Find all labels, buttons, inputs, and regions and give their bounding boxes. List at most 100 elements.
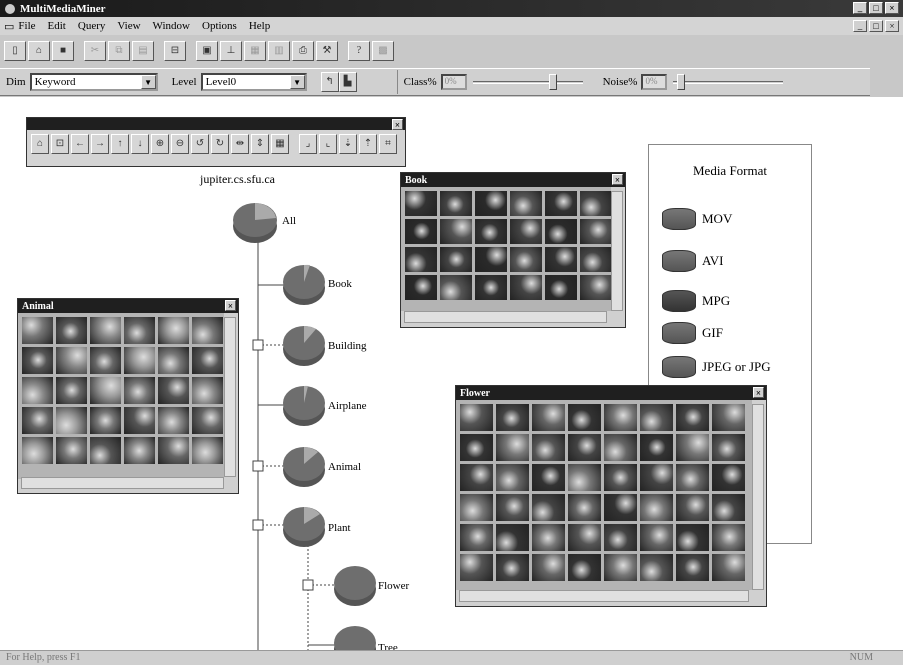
animal-thumbnail[interactable] (124, 377, 155, 404)
flower-thumbnail[interactable] (460, 494, 493, 521)
pie-animal[interactable] (283, 447, 325, 487)
flower-thumbnail[interactable] (496, 404, 529, 431)
pie-all[interactable] (233, 203, 277, 243)
book-horizontal-scrollbar[interactable] (404, 311, 607, 323)
animal-thumbnail[interactable] (22, 437, 53, 464)
book-thumbnail[interactable] (475, 275, 507, 300)
book-thumbnail[interactable] (580, 219, 611, 244)
book-thumbnail[interactable] (475, 191, 507, 216)
node-label-animal[interactable]: Animal (328, 461, 361, 473)
flower-thumbnail[interactable] (640, 554, 673, 581)
flower-thumbnail[interactable] (676, 554, 709, 581)
animal-thumbnail[interactable] (158, 347, 189, 374)
animal-thumbnail[interactable] (192, 347, 223, 374)
animal-thumbnail[interactable] (56, 437, 87, 464)
flower-thumbnail[interactable] (604, 554, 637, 581)
animal-thumbnail[interactable] (158, 437, 189, 464)
flower-thumbnail[interactable] (568, 524, 601, 551)
flower-thumbnail[interactable] (676, 404, 709, 431)
animal-thumbnail[interactable] (56, 347, 87, 374)
flower-thumbnail[interactable] (640, 524, 673, 551)
pie-book[interactable] (283, 264, 325, 305)
animal-thumbnail[interactable] (90, 437, 121, 464)
pie-flower[interactable] (334, 566, 376, 606)
flower-thumbnail[interactable] (460, 404, 493, 431)
book-thumbnail[interactable] (405, 191, 437, 216)
flower-thumbnail[interactable] (496, 434, 529, 461)
flower-thumbnail[interactable] (676, 464, 709, 491)
node-label-airplane[interactable]: Airplane (328, 400, 366, 412)
flower-thumbnail[interactable] (496, 494, 529, 521)
flower-thumbnail[interactable] (676, 524, 709, 551)
flower-thumbnail[interactable] (532, 524, 565, 551)
animal-thumbnail[interactable] (56, 377, 87, 404)
animal-thumbnail[interactable] (90, 317, 121, 344)
animal-thumbnail[interactable] (124, 317, 155, 344)
flower-thumbnail[interactable] (460, 524, 493, 551)
pie-airplane[interactable] (283, 385, 325, 426)
flower-thumbnail[interactable] (496, 524, 529, 551)
book-window-close-icon[interactable]: × (612, 174, 623, 185)
flower-thumbnail[interactable] (676, 434, 709, 461)
flower-thumbnail[interactable] (568, 464, 601, 491)
flower-thumbnail[interactable] (532, 494, 565, 521)
flower-thumbnail[interactable] (532, 554, 565, 581)
book-thumbnail[interactable] (440, 275, 472, 300)
animal-thumbnail[interactable] (158, 407, 189, 434)
flower-thumbnail[interactable] (712, 404, 745, 431)
book-thumbnail[interactable] (545, 191, 577, 216)
animal-horizontal-scrollbar[interactable] (21, 477, 224, 489)
flower-thumbnail[interactable] (460, 464, 493, 491)
flower-vertical-scrollbar[interactable] (752, 404, 764, 590)
flower-thumbnail[interactable] (712, 434, 745, 461)
flower-thumbnail[interactable] (640, 404, 673, 431)
book-thumbnail[interactable] (405, 275, 437, 300)
flower-window-close-icon[interactable]: × (753, 387, 764, 398)
flower-horizontal-scrollbar[interactable] (459, 590, 749, 602)
book-thumbnail[interactable] (510, 247, 542, 272)
animal-thumbnail[interactable] (192, 407, 223, 434)
book-thumbnail[interactable] (440, 191, 472, 216)
book-thumbnail[interactable] (545, 219, 577, 244)
flower-thumbnail[interactable] (568, 404, 601, 431)
animal-thumbnail[interactable] (158, 377, 189, 404)
animal-thumbnail[interactable] (22, 377, 53, 404)
pie-building[interactable] (283, 325, 325, 366)
animal-thumbnail[interactable] (56, 407, 87, 434)
animal-thumbnail[interactable] (90, 347, 121, 374)
animal-thumbnail[interactable] (22, 317, 53, 344)
book-thumbnail[interactable] (510, 275, 542, 300)
flower-thumbnail[interactable] (712, 494, 745, 521)
book-thumbnail[interactable] (440, 247, 472, 272)
animal-thumbnail[interactable] (56, 317, 87, 344)
book-vertical-scrollbar[interactable] (611, 191, 623, 311)
node-label-plant[interactable]: Plant (328, 522, 351, 534)
flower-thumbnail[interactable] (532, 434, 565, 461)
flower-thumbnail[interactable] (676, 494, 709, 521)
flower-thumbnail[interactable] (604, 464, 637, 491)
flower-thumbnail[interactable] (604, 434, 637, 461)
book-thumbnail[interactable] (580, 191, 611, 216)
flower-thumbnail[interactable] (604, 404, 637, 431)
animal-thumbnail[interactable] (192, 377, 223, 404)
flower-thumbnail[interactable] (640, 464, 673, 491)
flower-thumbnail[interactable] (460, 434, 493, 461)
animal-thumbnail[interactable] (192, 317, 223, 344)
node-label-building[interactable]: Building (328, 340, 367, 352)
animal-thumbnail[interactable] (124, 347, 155, 374)
flower-thumbnail[interactable] (568, 434, 601, 461)
book-thumbnail[interactable] (405, 219, 437, 244)
flower-thumbnail[interactable] (712, 554, 745, 581)
book-thumbnail[interactable] (510, 219, 542, 244)
pie-tree[interactable] (334, 626, 376, 650)
book-thumbnail[interactable] (580, 247, 611, 272)
flower-thumbnail[interactable] (460, 554, 493, 581)
flower-thumbnail[interactable] (496, 464, 529, 491)
book-thumbnail[interactable] (545, 275, 577, 300)
animal-thumbnail[interactable] (22, 347, 53, 374)
flower-thumbnail[interactable] (640, 434, 673, 461)
animal-thumbnail[interactable] (90, 407, 121, 434)
node-label-flower[interactable]: Flower (378, 580, 409, 592)
book-thumbnail[interactable] (405, 247, 437, 272)
node-label-all[interactable]: All (282, 215, 296, 227)
